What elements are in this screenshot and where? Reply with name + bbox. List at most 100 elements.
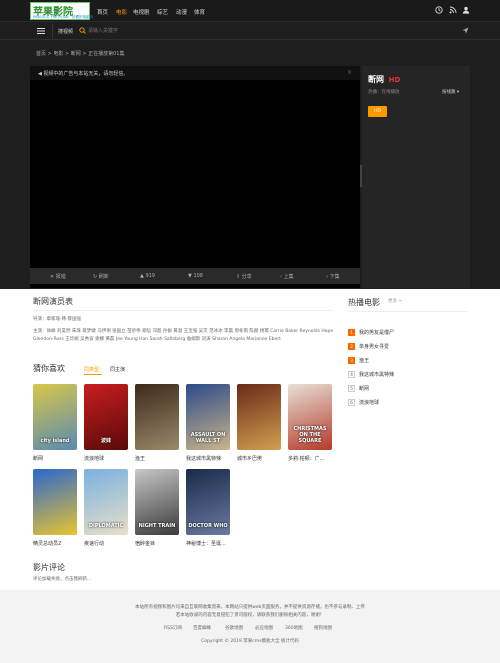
movie-poster[interactable] xyxy=(237,384,281,450)
hot-list-item[interactable]: 6 流浪地球 xyxy=(348,399,379,406)
poster-text: 波妹 xyxy=(100,438,111,444)
movie-poster[interactable]: city island xyxy=(33,384,77,450)
tab-same-type[interactable]: 同类型 xyxy=(84,366,99,373)
breadcrumb[interactable]: 首页 > 电影 > 断网 > 正在播放第01集 xyxy=(36,50,124,57)
movie-poster[interactable]: ASSAULT ON WALL ST xyxy=(186,384,230,450)
movie-title[interactable]: 城市乡巴佬 xyxy=(237,455,262,462)
hot-item-title: 流浪地球 xyxy=(359,400,380,406)
nav-tv[interactable]: 电视剧 xyxy=(133,8,150,16)
user-icon[interactable] xyxy=(462,6,470,14)
footer-link-baidu[interactable]: 百度蜘蛛 xyxy=(193,625,211,631)
hot-item-title: 渔王 xyxy=(359,358,370,364)
rss-icon[interactable] xyxy=(449,6,457,14)
send-icon[interactable] xyxy=(462,27,469,36)
dislike-button[interactable]: ▼ 108 xyxy=(188,273,203,279)
player-notice: ◀ 视频中的广告与本站无关，请勿轻信。 × xyxy=(30,66,360,80)
search-category[interactable]: 搜视频 xyxy=(58,28,73,35)
site-logo[interactable]: 苹果影院 PINGGUO YINGYUAN · 好看的电影网 xyxy=(30,2,93,20)
footer-link-sogou[interactable]: 搜狗地图 xyxy=(314,625,332,631)
footer: 本站所有视频和图片均来自互联网收集而来，本网站只提供web页面服务，并不提供资源… xyxy=(0,590,500,663)
source-label: 热播：在线播放 xyxy=(368,90,400,95)
guess-heading: 猜你喜欢 xyxy=(33,364,65,373)
movie-poster[interactable]: 波妹 xyxy=(84,384,128,450)
report-label: 报错 xyxy=(55,274,66,280)
movie-poster[interactable]: NIGHT TRAIN xyxy=(135,469,179,535)
close-icon[interactable]: × xyxy=(347,69,352,76)
movie-poster[interactable]: CHRISTMAS ON THE SQUARE xyxy=(288,384,332,450)
movie-poster[interactable]: DOCTOR WHO xyxy=(186,469,230,535)
search-input[interactable] xyxy=(88,26,238,36)
rank-number: 2 xyxy=(348,343,355,350)
sort-dropdown[interactable]: 按线路 ▾ xyxy=(442,89,459,95)
divider xyxy=(33,310,333,311)
movie-title[interactable]: 神秘博士：圣诞... xyxy=(186,540,226,547)
refresh-button[interactable]: ↻ 刷新 xyxy=(93,273,109,280)
share-button[interactable]: ⇪ 分享 xyxy=(236,273,252,280)
movie-poster[interactable]: DIPLOMATIC xyxy=(84,469,128,535)
like-count: 919 xyxy=(145,273,155,279)
movie-title[interactable]: 精灵总动员2 xyxy=(33,540,61,547)
dislike-count: 108 xyxy=(193,273,203,279)
prev-label: 上集 xyxy=(283,274,294,280)
hot-item-title: 我的男友是僵尸 xyxy=(359,330,395,336)
history-icon[interactable] xyxy=(435,6,443,14)
share-label: 分享 xyxy=(241,274,252,280)
video-title: 断网 xyxy=(368,75,384,84)
tab-same-actor[interactable]: 同主演 xyxy=(110,366,125,373)
footer-link-360[interactable]: 360地图 xyxy=(285,625,303,631)
nav-variety[interactable]: 综艺 xyxy=(157,8,168,16)
footer-link-rss[interactable]: RSS订阅 xyxy=(164,625,182,631)
next-episode-button[interactable]: › 下集 xyxy=(326,273,340,280)
search-icon[interactable] xyxy=(79,27,86,36)
video-info-panel: 断网 HD 热播：在线播放 按线路 ▾ HD xyxy=(362,66,470,288)
movie-title[interactable]: 流浪地球 xyxy=(84,455,104,462)
quality-badge: HD xyxy=(388,76,401,84)
rank-number: 1 xyxy=(348,329,355,336)
rank-number: 3 xyxy=(348,357,355,364)
movie-poster[interactable] xyxy=(33,469,77,535)
movie-poster[interactable] xyxy=(135,384,179,450)
movie-title[interactable]: 渔王 xyxy=(135,455,145,462)
poster-text: city island xyxy=(40,438,70,444)
poster-text: CHRISTMAS ON THE SQUARE xyxy=(293,426,327,444)
comments-status[interactable]: 评论加载失败，点击我刷新... xyxy=(33,576,91,582)
director-line: 导演：章家瑞-韩·蔡国强 xyxy=(33,317,82,322)
more-link[interactable]: 更多 > xyxy=(388,298,402,304)
next-label: 下集 xyxy=(329,274,340,280)
player-controls: ✕ 报错 ↻ 刷新 ▲ 919 ▼ 108 ⇪ 分享 ‹ 上集 › 下集 xyxy=(30,268,360,284)
hot-item-title: 断网 xyxy=(359,386,370,392)
like-button[interactable]: ▲ 919 xyxy=(140,273,155,279)
video-player[interactable] xyxy=(30,66,360,288)
report-button[interactable]: ✕ 报错 xyxy=(50,273,66,280)
nav-sports[interactable]: 体育 xyxy=(194,8,205,16)
hot-list-item[interactable]: 5 断网 xyxy=(348,385,369,392)
prev-episode-button[interactable]: ‹ 上集 xyxy=(280,273,294,280)
hot-list-item[interactable]: 2 单身男女寻爱 xyxy=(348,343,389,350)
hot-list-item[interactable]: 4 我这城市黑特辣 xyxy=(348,371,394,378)
movie-title[interactable]: 我这城市黑特辣 xyxy=(186,455,221,462)
nav-home[interactable]: 首页 xyxy=(97,8,108,16)
nav-movies[interactable]: 电影 xyxy=(116,8,127,16)
footer-disclaimer-2: 若本站收录的内容无意侵犯了贵司版权，请联系我们删除相关内容，谢谢！ xyxy=(175,613,325,618)
movie-title[interactable]: 多莉·帕顿：广... xyxy=(288,455,324,462)
rank-number: 6 xyxy=(348,399,355,406)
menu-icon[interactable] xyxy=(37,28,45,36)
hot-heading: 热播电影 xyxy=(348,298,380,307)
movie-title[interactable]: 疾速行动 xyxy=(84,540,104,547)
movie-title[interactable]: 宿醉金目 xyxy=(135,540,155,547)
divider xyxy=(52,24,53,38)
episode-button[interactable]: HD xyxy=(368,106,387,117)
footer-link-google[interactable]: 谷歌地图 xyxy=(225,625,243,631)
nav-anime[interactable]: 动漫 xyxy=(176,8,187,16)
movie-title[interactable]: 断网 xyxy=(33,455,43,462)
top-bar: 苹果影院 PINGGUO YINGYUAN · 好看的电影网 首页 电影 电视剧… xyxy=(0,0,500,22)
poster-text: ASSAULT ON WALL ST xyxy=(190,432,226,444)
hot-list-item[interactable]: 1 我的男友是僵尸 xyxy=(348,329,394,336)
tab-underline xyxy=(84,374,102,375)
footer-link-bing[interactable]: 必应地图 xyxy=(255,625,273,631)
refresh-label: 刷新 xyxy=(98,274,109,280)
hot-list-item[interactable]: 3 渔王 xyxy=(348,357,369,364)
rank-number: 4 xyxy=(348,371,355,378)
notice-text: ◀ 视频中的广告与本站无关，请勿轻信。 xyxy=(38,71,129,77)
copyright: Copyright © 2019 苹果cms模板大全 统计代码 xyxy=(201,639,299,644)
